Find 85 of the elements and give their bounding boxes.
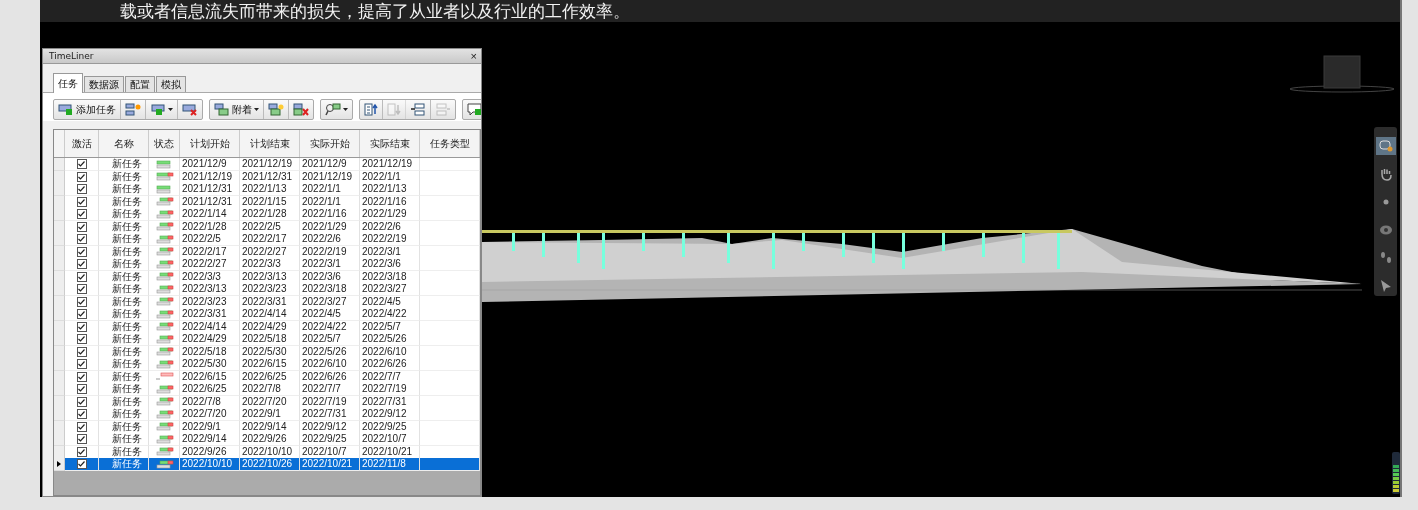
attach-icon bbox=[214, 103, 230, 116]
task-row[interactable]: 新任务 2022/9/14 2022/9/26 2022/9/25 2022/10/7 bbox=[54, 433, 480, 446]
checkbox[interactable] bbox=[76, 234, 87, 244]
checkbox[interactable] bbox=[76, 346, 87, 357]
checkbox[interactable] bbox=[76, 196, 87, 207]
attach-add-icon bbox=[268, 103, 284, 116]
table-cell: 2022/10/26 bbox=[240, 458, 300, 471]
task-row[interactable]: 新任务 2022/2/5 2022/2/17 2022/2/6 2022/2/19 bbox=[54, 233, 480, 246]
checkbox[interactable] bbox=[76, 184, 87, 194]
insert-task-icon bbox=[150, 103, 166, 116]
steering-wheel-button[interactable] bbox=[1375, 137, 1396, 155]
checkbox[interactable] bbox=[76, 284, 87, 294]
checkbox[interactable] bbox=[76, 259, 87, 269]
column-header[interactable]: 实际开始 bbox=[300, 130, 360, 157]
move-up-icon bbox=[364, 103, 378, 116]
checkbox[interactable] bbox=[76, 221, 87, 232]
task-row[interactable]: 新任务 2022/2/27 2022/3/3 2022/3/1 2022/3/6 bbox=[54, 258, 480, 271]
tab[interactable]: 配置 bbox=[125, 76, 155, 92]
task-row[interactable]: 新任务 2022/7/20 2022/9/1 2022/7/31 2022/9/12 bbox=[54, 408, 480, 421]
caret-icon bbox=[168, 108, 173, 111]
find-icon bbox=[325, 103, 341, 116]
indent-icon bbox=[410, 103, 426, 116]
column-header[interactable]: 计划开始 bbox=[180, 130, 240, 157]
checkbox[interactable] bbox=[76, 459, 87, 469]
caret-icon bbox=[343, 108, 348, 111]
checkbox[interactable] bbox=[76, 359, 87, 369]
checkbox[interactable] bbox=[76, 434, 87, 444]
checkbox[interactable] bbox=[76, 296, 87, 307]
task-row[interactable]: 新任务 2022/3/31 2022/4/14 2022/4/5 2022/4/22 bbox=[54, 308, 480, 321]
hand-icon bbox=[1378, 167, 1393, 181]
table-cell: 2022/10/21 bbox=[300, 458, 360, 471]
checkbox[interactable] bbox=[76, 159, 87, 169]
move-down-icon bbox=[387, 103, 401, 116]
table-cell: 2022/11/8 bbox=[360, 458, 420, 471]
pointer-icon bbox=[1379, 279, 1392, 293]
delete-task-icon bbox=[182, 103, 198, 116]
wheel-icon bbox=[1378, 140, 1393, 152]
close-button[interactable]: × bbox=[470, 50, 477, 62]
task-row[interactable]: 新任务 2021/12/31 2022/1/13 2022/1/1 2022/1/13 bbox=[54, 183, 480, 196]
checkbox[interactable] bbox=[76, 309, 87, 319]
table-cell: 新任务 bbox=[99, 458, 149, 471]
checkbox[interactable] bbox=[76, 321, 87, 332]
task-row[interactable]: 新任务 2022/1/14 2022/1/28 2022/1/16 2022/1/29 bbox=[54, 208, 480, 221]
column-header[interactable]: 任务类型 bbox=[420, 130, 480, 157]
task-row[interactable]: 新任务 2022/4/29 2022/5/18 2022/5/7 2022/5/26 bbox=[54, 333, 480, 346]
current-row-icon bbox=[57, 461, 61, 467]
footprints-icon bbox=[1378, 251, 1393, 265]
column-header[interactable]: 名称 bbox=[99, 130, 149, 157]
add-task-icon bbox=[58, 103, 74, 116]
column-header[interactable]: 计划结束 bbox=[240, 130, 300, 157]
document-text: 载或者信息流失而带来的损失，提高了从业者以及行业的工作效率。 bbox=[120, 0, 630, 22]
checkbox[interactable] bbox=[76, 409, 87, 419]
comment-icon bbox=[467, 103, 481, 116]
checkbox[interactable] bbox=[76, 396, 87, 407]
tab[interactable]: 模拟 bbox=[156, 76, 186, 92]
column-header[interactable]: 激活 bbox=[65, 130, 99, 157]
checkbox[interactable] bbox=[76, 246, 87, 257]
level-meter bbox=[1392, 452, 1400, 494]
task-rows-icon bbox=[125, 103, 141, 116]
tab[interactable]: 数据源 bbox=[84, 76, 124, 92]
panel-title: TimeLiner bbox=[49, 51, 94, 61]
task-row[interactable]: 新任务 2022/5/30 2022/6/15 2022/6/10 2022/6/26 bbox=[54, 358, 480, 371]
checkbox[interactable] bbox=[76, 209, 87, 219]
checkbox[interactable] bbox=[76, 384, 87, 394]
table-cell: 2022/10/10 bbox=[180, 458, 240, 471]
checkbox[interactable] bbox=[76, 271, 87, 282]
unindent-icon bbox=[435, 103, 451, 116]
task-row[interactable]: 新任务 2022/6/25 2022/7/8 2022/7/7 2022/7/19 bbox=[54, 383, 480, 396]
eye-icon bbox=[1378, 225, 1393, 235]
attach-remove-icon bbox=[293, 103, 309, 116]
toolbar-button[interactable]: 添加任务 bbox=[54, 100, 121, 119]
tab[interactable]: 任务 bbox=[53, 73, 83, 93]
checkbox[interactable] bbox=[76, 371, 87, 382]
dot-icon bbox=[1382, 199, 1389, 205]
task-row[interactable]: 新任务 2022/10/10 2022/10/26 2022/10/21 2022/11/8 bbox=[54, 458, 480, 471]
checkbox[interactable] bbox=[76, 171, 87, 182]
checkbox[interactable] bbox=[76, 334, 87, 344]
column-header[interactable]: 状态 bbox=[149, 130, 180, 157]
task-row[interactable]: 新任务 2022/3/13 2022/3/23 2022/3/18 2022/3/27 bbox=[54, 283, 480, 296]
checkbox[interactable] bbox=[76, 446, 87, 457]
task-row[interactable]: 新任务 2021/12/9 2021/12/19 2021/12/9 2021/12/19 bbox=[54, 158, 480, 171]
toolbar-button[interactable]: 附着 bbox=[210, 100, 264, 119]
caret-icon bbox=[254, 108, 259, 111]
checkbox[interactable] bbox=[76, 421, 87, 432]
column-header[interactable]: 实际结束 bbox=[360, 130, 420, 157]
